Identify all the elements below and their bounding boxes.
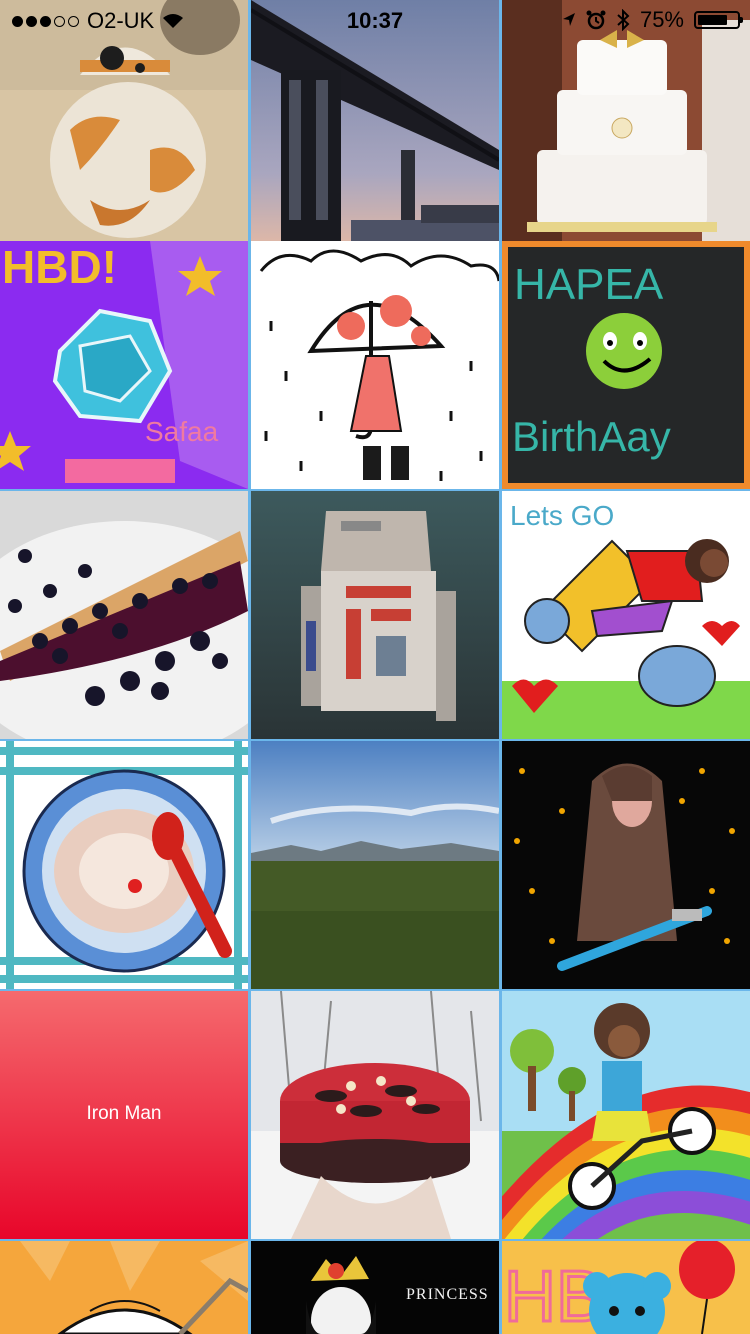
tile-blueberry-tart-photo[interactable] xyxy=(0,491,248,739)
jedi-lightsaber-drawing-image xyxy=(502,741,750,989)
photo-grid: HBD! Safaa HAPEA BirthAay Lets GO Iron M… xyxy=(0,0,750,1334)
tile-sun-drawing[interactable] xyxy=(0,1241,248,1334)
lets-go-drawing-image: Lets GO xyxy=(502,491,750,739)
status-bar: O2-UK 10:37 75% xyxy=(0,0,750,40)
tile-r2-droid-photo[interactable] xyxy=(251,491,499,739)
lets-go-text: Lets GO xyxy=(510,500,614,531)
red-cheesecake-image xyxy=(251,991,499,1239)
alarm-clock-icon xyxy=(586,10,606,30)
hbd-text: HBD! xyxy=(2,241,117,293)
status-right: 75% xyxy=(562,7,743,33)
tile-rainbow-bike-drawing[interactable] xyxy=(502,991,750,1239)
smiley-birthday-drawing-image: HAPEA BirthAay xyxy=(502,241,750,489)
blueberry-tart-image xyxy=(0,491,248,739)
tile-umbrella-rain-drawing[interactable] xyxy=(251,241,499,489)
tile-porridge-drawing[interactable] xyxy=(0,741,248,989)
hbd-gem-drawing-image: HBD! Safaa xyxy=(0,241,248,489)
field-landscape-image xyxy=(251,741,499,989)
tile-red-cheesecake-photo[interactable] xyxy=(251,991,499,1239)
battery-level-fill xyxy=(698,15,727,25)
hb-bear-drawing-image: HB xyxy=(502,1241,750,1334)
tile-smiley-birthday-drawing[interactable]: HAPEA BirthAay xyxy=(502,241,750,489)
hapea-text: HAPEA xyxy=(514,260,664,309)
tile-princess-drawing[interactable]: PRINCESS xyxy=(251,1241,499,1334)
iron-man-label: Iron Man xyxy=(86,1103,162,1124)
princess-drawing-image: PRINCESS xyxy=(251,1241,499,1334)
princess-text: PRINCESS xyxy=(406,1286,489,1303)
umbrella-rain-drawing-image xyxy=(251,241,499,489)
tile-lets-go-drawing[interactable]: Lets GO xyxy=(502,491,750,739)
tile-jedi-lightsaber-drawing[interactable] xyxy=(502,741,750,989)
location-arrow-icon xyxy=(562,13,575,26)
safaa-text: Safaa xyxy=(145,416,219,447)
bluetooth-icon xyxy=(617,9,630,31)
sun-drawing-image xyxy=(0,1241,248,1334)
tile-hb-bear-drawing[interactable]: HB xyxy=(502,1241,750,1334)
tile-hbd-gem-drawing[interactable]: HBD! Safaa xyxy=(0,241,248,489)
porridge-drawing-image xyxy=(0,741,248,989)
tile-field-landscape-photo[interactable] xyxy=(251,741,499,989)
battery-icon xyxy=(694,11,743,29)
battery-percent: 75% xyxy=(639,7,684,32)
tile-iron-man[interactable]: Iron Man xyxy=(0,991,248,1239)
birthday-text: BirthAay xyxy=(512,413,671,460)
r2-droid-image xyxy=(251,491,499,739)
rainbow-bike-drawing-image xyxy=(502,991,750,1239)
